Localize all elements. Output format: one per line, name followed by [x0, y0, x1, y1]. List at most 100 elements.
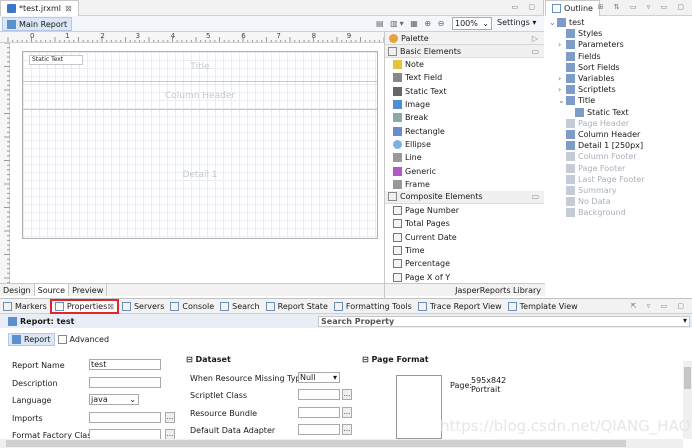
palette-item-rectangle[interactable]: Rectangle	[385, 124, 544, 137]
description-input[interactable]	[89, 376, 161, 388]
basic-elements-group[interactable]: Basic Elements ▭	[385, 45, 544, 58]
detail-band[interactable]: Detail 1	[23, 110, 377, 240]
text-field-icon	[393, 73, 402, 83]
window-controls[interactable]: ▭ ▢	[512, 3, 539, 11]
outline-item-parameters[interactable]: › Parameters	[545, 39, 692, 50]
design-canvas[interactable]: Static Text Title Column Header Detail 1	[10, 43, 384, 283]
adapter-field[interactable]	[298, 424, 340, 435]
view-tab-servers[interactable]: Servers	[119, 299, 167, 314]
outline-item-page-footer[interactable]: Page Footer	[545, 162, 692, 173]
palette-item-line[interactable]: Line	[385, 151, 544, 164]
tab-source[interactable]: Source	[34, 284, 70, 296]
view-tab-trace-report-view[interactable]: Trace Report View	[415, 299, 505, 314]
palette-item-frame[interactable]: Frame	[385, 178, 544, 191]
adapter-browse-button[interactable]: ...	[342, 424, 352, 435]
static-text-element[interactable]: Static Text	[29, 55, 83, 65]
palette-item-ellipse[interactable]: Ellipse	[385, 138, 544, 151]
palette-panel: Palette ▷ Basic Elements ▭ Note Text Field S…	[384, 32, 545, 298]
tree-arrow-icon[interactable]: ›	[558, 40, 566, 49]
tree-arrow-icon[interactable]: ⌄	[558, 96, 566, 105]
outline-item-page-header[interactable]: Page Header	[545, 118, 692, 129]
outline-tab[interactable]: Outline	[545, 0, 600, 16]
palette-item-note[interactable]: Note	[385, 58, 544, 71]
h-scrollbar-thumb[interactable]	[6, 440, 626, 447]
toolbar-icons[interactable]: ▤ ▥▾ ▦ ⊕ ⊖	[376, 19, 446, 28]
page-preview[interactable]	[396, 375, 442, 439]
scriptlet-browse-button[interactable]: ...	[342, 389, 352, 400]
tab-design[interactable]: Design	[0, 284, 35, 296]
tab-preview[interactable]: Preview	[69, 284, 108, 296]
horizontal-scrollbar[interactable]	[0, 439, 683, 448]
tree-arrow-icon[interactable]: ›	[558, 85, 566, 94]
close-icon[interactable]: ⊠	[65, 4, 72, 13]
palette-item-time[interactable]: Time	[385, 244, 544, 257]
outline-item-scriptlets[interactable]: › Scriptlets	[545, 84, 692, 95]
palette-item-static-text[interactable]: Static Text	[385, 85, 544, 98]
outline-item-no-data[interactable]: No Data	[545, 196, 692, 207]
outline-item-title[interactable]: ⌄ Title	[545, 95, 692, 106]
language-input[interactable]: java ⌄	[89, 394, 139, 405]
report-name-input[interactable]: test	[89, 359, 161, 370]
view-tab-report-state[interactable]: Report State	[263, 299, 331, 314]
main-report-tab[interactable]: Main Report	[2, 17, 73, 31]
page-size: 595x842	[471, 376, 507, 385]
view-tab-template-view[interactable]: Template View	[505, 299, 581, 314]
outline-item-last-page-footer[interactable]: Last Page Footer	[545, 174, 692, 185]
palette-item-total-pages[interactable]: Total Pages	[385, 217, 544, 230]
palette-item-text-field[interactable]: Text Field	[385, 71, 544, 84]
settings-button[interactable]: Settings ▾	[497, 18, 536, 27]
tree-arrow-icon[interactable]: ›	[558, 74, 566, 83]
outline-item-sort-fields[interactable]: Sort Fields	[545, 62, 692, 73]
composite-element-icon	[393, 272, 402, 282]
palette-item-percentage[interactable]: Percentage	[385, 257, 544, 270]
outline-item-detail-1-250px[interactable]: Detail 1 [250px]	[545, 140, 692, 151]
outline-item-variables[interactable]: › Variables	[545, 73, 692, 84]
palette-item-generic[interactable]: Generic	[385, 164, 544, 177]
tab-report[interactable]: Report	[8, 333, 55, 346]
outline-item-summary[interactable]: Summary	[545, 185, 692, 196]
file-tab[interactable]: *test.jrxml ⊠	[0, 0, 79, 16]
missing-type-select[interactable]: Null ▾	[298, 372, 340, 383]
palette-item-current-date[interactable]: Current Date	[385, 231, 544, 244]
title-band[interactable]: Static Text Title	[23, 52, 377, 82]
outline-node-icon	[566, 163, 575, 173]
outline-item-static-text[interactable]: Static Text	[545, 107, 692, 118]
palette-item-break[interactable]: Break	[385, 111, 544, 124]
outline-item-fields[interactable]: Fields	[545, 51, 692, 62]
view-tab-formatting-tools[interactable]: Formatting Tools	[331, 299, 415, 314]
outline-item-background[interactable]: Background	[545, 207, 692, 218]
outline-item-column-header[interactable]: Column Header	[545, 129, 692, 140]
collapse-icon[interactable]: ▷	[532, 34, 538, 43]
palette-item-page-x-of-y[interactable]: Page X of Y	[385, 270, 544, 283]
outline-toolbar-icons[interactable]: ⊞ ⇅ ▭ ▿ ▭ ▢	[598, 3, 688, 11]
view-tab-search[interactable]: Search	[217, 299, 262, 314]
report-page[interactable]: Static Text Title Column Header Detail 1	[22, 51, 378, 239]
view-tab-markers[interactable]: Markers	[0, 299, 50, 314]
outline-node-icon	[566, 208, 575, 218]
column-header-band[interactable]: Column Header	[23, 82, 377, 110]
tree-arrow-icon[interactable]: ⌄	[549, 18, 557, 27]
views-window-controls[interactable]: ⇱ ▿ ▭ ▢	[631, 302, 688, 310]
bundle-browse-button[interactable]: ...	[342, 407, 352, 418]
chevron-down-icon[interactable]: ▾	[683, 316, 687, 325]
view-tab-properties[interactable]: Properties ⊠	[49, 298, 119, 314]
imports-input[interactable]	[89, 411, 161, 423]
palette-item-image[interactable]: Image	[385, 98, 544, 111]
bundle-field[interactable]	[298, 407, 340, 418]
outline-item-column-footer[interactable]: Column Footer	[545, 151, 692, 162]
zoom-select[interactable]: 100% ⌄	[452, 17, 492, 30]
scrollbar-thumb[interactable]	[684, 367, 691, 389]
outline-node-icon	[566, 40, 575, 50]
browse-button[interactable]: ...	[165, 411, 175, 423]
outline-item-styles[interactable]: Styles	[545, 28, 692, 39]
outline-item-test[interactable]: ⌄ test	[545, 17, 692, 28]
scriptlet-field[interactable]	[298, 389, 340, 400]
palette-item-page-number[interactable]: Page Number	[385, 204, 544, 217]
composite-elements-group[interactable]: Composite Elements ▭	[385, 190, 544, 204]
view-tab-console[interactable]: Console	[167, 299, 217, 314]
report-icon	[7, 19, 16, 29]
search-property-input[interactable]: Search Property	[318, 316, 690, 327]
field-label: Imports	[12, 413, 43, 423]
close-icon[interactable]: ⊠	[107, 302, 114, 311]
tab-advanced[interactable]: Advanced	[55, 333, 113, 346]
